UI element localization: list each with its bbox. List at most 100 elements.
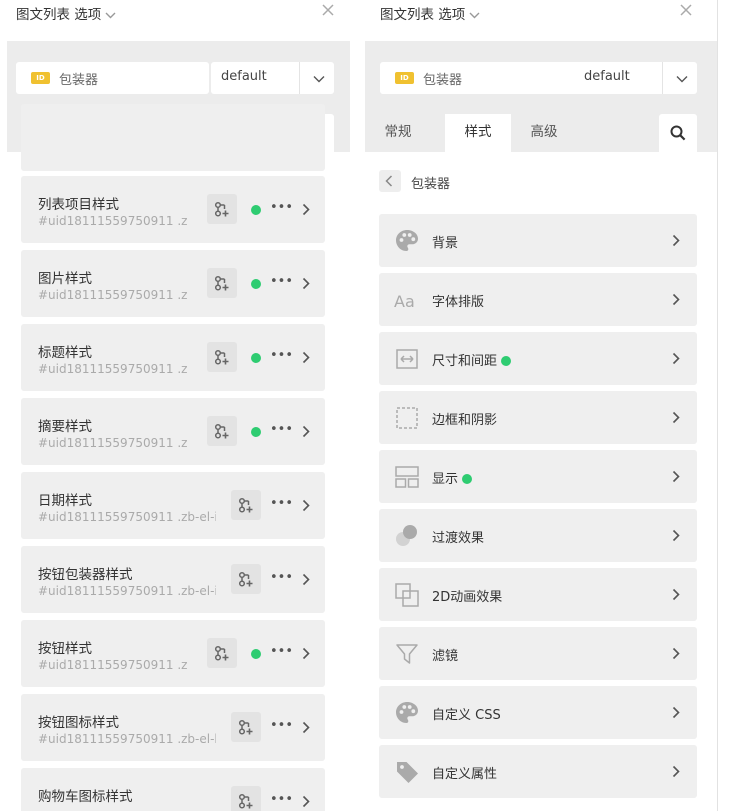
add-copy-icon[interactable] bbox=[231, 490, 261, 520]
chevron-down-icon bbox=[313, 72, 325, 87]
add-copy-icon[interactable] bbox=[207, 342, 237, 372]
status-dot bbox=[251, 427, 261, 437]
panel-title[interactable]: 图文列表 选项 bbox=[380, 3, 480, 23]
tag-icon bbox=[394, 759, 420, 785]
section-label: 背景 bbox=[432, 232, 458, 251]
panel-title[interactable]: 图文列表 选项 bbox=[16, 3, 116, 23]
list-item[interactable]: 列表项目样式 #uid18111559750911 .zb ••• bbox=[21, 176, 325, 243]
right-options-panel: 图文列表 选项 ID 包装器 default 常规 样式 高级 包装器 背景 Aa… bbox=[365, 0, 718, 811]
add-copy-icon[interactable] bbox=[207, 194, 237, 224]
list-item-title: 按钮包装器样式 bbox=[38, 567, 133, 583]
chevron-right-icon[interactable] bbox=[302, 573, 310, 590]
more-icon[interactable]: ••• bbox=[270, 274, 293, 289]
chevron-right-icon[interactable] bbox=[302, 647, 310, 664]
palette-icon bbox=[394, 228, 420, 254]
section-label-text: 字体排版 bbox=[432, 295, 485, 310]
more-icon[interactable]: ••• bbox=[270, 792, 293, 807]
list-item-title: 按钮样式 bbox=[38, 641, 92, 657]
style-section[interactable]: 自定义属性 bbox=[379, 745, 697, 798]
status-dot bbox=[251, 353, 261, 363]
panel-controls: ID 包装器 default 常规 样式 高级 bbox=[365, 41, 717, 152]
list-item-selector: #uid18111559750911 .zb bbox=[38, 362, 188, 376]
style-section[interactable]: 背景 bbox=[379, 214, 697, 267]
list-item-selector: #uid18111559750911 .zb-el-in bbox=[38, 510, 216, 524]
style-section[interactable]: 过渡效果 bbox=[379, 509, 697, 562]
transform-icon bbox=[394, 582, 420, 608]
add-copy-icon[interactable] bbox=[207, 416, 237, 446]
wrapper-selector[interactable]: ID 包装器 bbox=[380, 62, 592, 94]
filter-icon bbox=[394, 641, 420, 667]
more-icon[interactable]: ••• bbox=[270, 348, 293, 363]
more-icon[interactable]: ••• bbox=[270, 200, 293, 215]
wrapper-selector[interactable]: ID 包装器 bbox=[16, 62, 209, 94]
preset-select[interactable]: default bbox=[574, 62, 697, 94]
section-label: 滤镜 bbox=[432, 645, 458, 664]
status-dot bbox=[251, 649, 261, 659]
left-options-panel: 图文列表 选项 ID 包装器 default 常规 样式 高级 列表项目样式#u… bbox=[7, 0, 351, 811]
list-item-title: 购物车图标样式 bbox=[38, 789, 133, 805]
chevron-right-icon[interactable] bbox=[302, 795, 310, 811]
section-label: 自定义 CSS bbox=[432, 704, 501, 723]
chevron-right-icon[interactable] bbox=[302, 203, 310, 220]
list-item-selector: #uid18111559750911 .zb bbox=[38, 658, 188, 672]
back-button[interactable] bbox=[379, 170, 401, 192]
chevron-right-icon[interactable] bbox=[302, 351, 310, 368]
list-item-selector: #uid18111559750911 .zb-el-in bbox=[38, 584, 216, 598]
style-section[interactable]: 显示 bbox=[379, 450, 697, 503]
add-copy-icon[interactable] bbox=[231, 786, 261, 811]
list-item-selector: #uid18111559750911 .zb bbox=[38, 214, 188, 228]
chevron-right-icon[interactable] bbox=[302, 425, 310, 442]
chevron-down-icon bbox=[676, 72, 688, 87]
more-icon[interactable]: ••• bbox=[270, 718, 293, 733]
typography-icon: Aa bbox=[394, 287, 420, 313]
list-item-title: 图片样式 bbox=[38, 271, 92, 287]
search-button[interactable] bbox=[659, 114, 697, 152]
list-item[interactable]: 日期样式 #uid18111559750911 .zb-el-in ••• bbox=[21, 472, 325, 539]
list-item[interactable]: 购物车图标样式 ••• bbox=[21, 768, 325, 811]
list-item[interactable]: 摘要样式 #uid18111559750911 .zb ••• bbox=[21, 398, 325, 465]
list-item-title: 标题样式 bbox=[38, 345, 92, 361]
add-copy-icon[interactable] bbox=[231, 712, 261, 742]
more-icon[interactable]: ••• bbox=[270, 644, 293, 659]
add-copy-icon[interactable] bbox=[207, 638, 237, 668]
tab-style[interactable]: 样式 bbox=[445, 114, 511, 152]
list-item[interactable]: 按钮包装器样式 #uid18111559750911 .zb-el-in ••• bbox=[21, 546, 325, 613]
chevron-right-icon bbox=[672, 293, 680, 310]
style-section[interactable]: 尺寸和间距 bbox=[379, 332, 697, 385]
list-item[interactable]: 标题样式 #uid18111559750911 .zb ••• bbox=[21, 324, 325, 391]
more-icon[interactable]: ••• bbox=[270, 570, 293, 585]
style-section[interactable]: 自定义 CSS bbox=[379, 686, 697, 739]
list-item-title: 摘要样式 bbox=[38, 419, 92, 435]
section-label-text: 2D动画效果 bbox=[432, 590, 503, 605]
preset-select[interactable]: default bbox=[211, 62, 334, 94]
style-section[interactable]: 2D动画效果 bbox=[379, 568, 697, 621]
style-section[interactable]: 滤镜 bbox=[379, 627, 697, 680]
chevron-right-icon[interactable] bbox=[302, 499, 310, 516]
style-section[interactable]: Aa 字体排版 bbox=[379, 273, 697, 326]
add-copy-icon[interactable] bbox=[207, 268, 237, 298]
divider bbox=[299, 62, 300, 94]
chevron-right-icon bbox=[672, 234, 680, 251]
chevron-right-icon[interactable] bbox=[302, 721, 310, 738]
add-copy-icon[interactable] bbox=[231, 564, 261, 594]
more-icon[interactable]: ••• bbox=[270, 496, 293, 511]
chevron-right-icon bbox=[672, 529, 680, 546]
section-label-text: 过渡效果 bbox=[432, 531, 485, 546]
more-icon[interactable]: ••• bbox=[270, 422, 293, 437]
list-item[interactable]: 图片样式 #uid18111559750911 .zb ••• bbox=[21, 250, 325, 317]
style-section[interactable]: 边框和阴影 bbox=[379, 391, 697, 444]
section-label: 2D动画效果 bbox=[432, 586, 502, 605]
list-item[interactable] bbox=[21, 104, 325, 171]
tab-advanced[interactable]: 高级 bbox=[511, 114, 577, 152]
list-item[interactable]: 按钮样式 #uid18111559750911 .zb ••• bbox=[21, 620, 325, 687]
close-icon[interactable] bbox=[679, 3, 697, 21]
close-icon[interactable] bbox=[321, 3, 339, 21]
preset-select-value: default bbox=[221, 69, 267, 84]
chevron-right-icon[interactable] bbox=[302, 277, 310, 294]
palette-icon bbox=[394, 700, 420, 726]
list-item[interactable]: 按钮图标样式 #uid18111559750911 .zb-el-b ••• bbox=[21, 694, 325, 761]
tab-general[interactable]: 常规 bbox=[365, 114, 431, 152]
list-item-selector: #uid18111559750911 .zb bbox=[38, 288, 188, 302]
dimension-icon bbox=[394, 346, 420, 372]
wrapper-label: 包装器 bbox=[59, 73, 99, 88]
